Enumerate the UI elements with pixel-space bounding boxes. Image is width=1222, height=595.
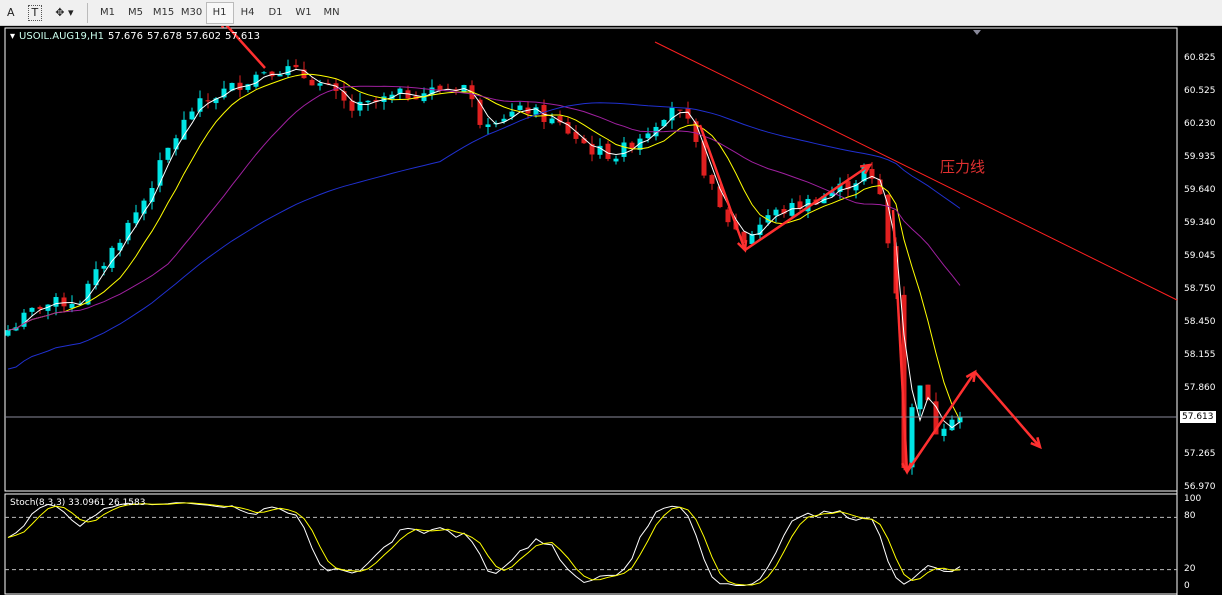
arrows-tool-button[interactable]: ✥ ▾ (48, 2, 80, 24)
close-value: 57.613 (224, 31, 260, 42)
price-tick: 59.045 (1184, 251, 1216, 262)
candle-body (189, 111, 195, 120)
annotation-arrow (974, 371, 1041, 448)
annotation-arrow (905, 371, 977, 473)
candle-body (685, 108, 691, 119)
moving-average-3 (7, 85, 961, 331)
candle-body (109, 247, 115, 268)
collapse-icon[interactable]: ▾ (10, 31, 15, 42)
main-pane-border (4, 27, 1178, 492)
candle-body (101, 265, 107, 269)
open-value: 57.676 (107, 31, 143, 42)
chart-canvas[interactable] (0, 26, 1222, 595)
stoch-label: Stoch(8,3,3) 33.0961 26.1583 (10, 498, 146, 508)
timeframe-d1[interactable]: D1 (262, 2, 290, 24)
stoch-tick: 100 (1184, 494, 1202, 504)
stoch-signal-line (7, 502, 961, 586)
candle-body (941, 428, 947, 436)
candle-body (165, 147, 171, 160)
resistance-line-label: 压力线 (940, 158, 986, 176)
moving-average-4 (7, 102, 961, 370)
candle-body (293, 64, 299, 68)
candle-body (365, 100, 371, 103)
candle-body (485, 124, 491, 128)
candle-body (885, 194, 891, 244)
candle-body (205, 100, 211, 102)
resistance-trendline (654, 41, 1178, 301)
moving-average-2 (7, 73, 961, 421)
text-label-tool-button[interactable]: T (27, 4, 43, 21)
candle-body (29, 307, 35, 312)
price-tick: 60.525 (1184, 86, 1216, 97)
candle-body (677, 109, 683, 111)
candle-body (709, 175, 715, 184)
chart-header: ▾ USOIL.AUG19,H1 57.676 57.678 57.602 57… (10, 31, 260, 42)
symbol-label: USOIL.AUG19,H1 (19, 31, 104, 42)
price-tick: 57.265 (1184, 449, 1216, 460)
candle-body (509, 111, 515, 117)
toolbar: A T ✥ ▾ M1 M5 M15 M30 H1 H4 D1 W1 MN (0, 0, 1222, 26)
price-tick: 60.825 (1184, 53, 1216, 63)
candle-body (645, 133, 651, 139)
candle-body (549, 118, 555, 124)
candle-body (309, 79, 315, 86)
price-tick: 57.860 (1184, 383, 1216, 393)
candle-body (237, 82, 243, 90)
stoch-tick: 20 (1184, 563, 1196, 574)
candle-body (37, 306, 43, 310)
annotation-arrow (698, 124, 747, 251)
timeframe-m15[interactable]: M15 (150, 2, 178, 24)
annotation-arrow (744, 163, 871, 252)
candle-body (909, 407, 915, 468)
candle-body (61, 297, 67, 307)
candle-body (517, 105, 523, 110)
timeframe-m5[interactable]: M5 (122, 2, 150, 24)
candle-body (773, 209, 779, 216)
timeframe-mn[interactable]: MN (318, 2, 346, 24)
timeframe-h4[interactable]: H4 (234, 2, 262, 24)
candle-body (629, 142, 635, 149)
candle-body (277, 74, 283, 77)
timeframe-h1[interactable]: H1 (205, 1, 234, 24)
price-tick: 59.640 (1184, 184, 1216, 195)
candle-body (317, 83, 323, 86)
price-tick: 59.340 (1184, 218, 1216, 229)
candle-body (613, 158, 619, 162)
timeframe-w1[interactable]: W1 (290, 2, 318, 24)
candle-body (285, 66, 291, 76)
price-tick: 59.935 (1184, 152, 1216, 163)
candle-body (621, 142, 627, 157)
stoch-tick: 80 (1184, 511, 1196, 522)
candle-body (261, 72, 267, 74)
candle-body (5, 330, 11, 336)
candle-body (253, 74, 259, 87)
timeframe-bar: M1 M5 M15 M30 H1 H4 D1 W1 MN (94, 1, 346, 24)
high-value: 57.678 (146, 31, 182, 42)
price-tick: 60.230 (1184, 119, 1216, 130)
moving-average-1 (7, 68, 961, 429)
text-tool-button[interactable]: A (0, 2, 22, 24)
current-price-label: 57.613 (1180, 411, 1216, 423)
stoch-tick: 0 (1184, 581, 1190, 591)
separator (86, 2, 88, 23)
candle-body (181, 119, 187, 140)
candle-body (949, 419, 955, 431)
candle-body (53, 297, 59, 307)
timeframe-m30[interactable]: M30 (178, 2, 206, 24)
candle-body (917, 385, 923, 410)
low-value: 57.602 (185, 31, 221, 42)
candle-body (605, 143, 611, 159)
price-tick: 58.155 (1184, 350, 1216, 361)
chart-shift-marker (973, 30, 981, 35)
timeframe-m1[interactable]: M1 (94, 2, 122, 24)
candle-body (725, 209, 731, 223)
price-tick: 56.970 (1184, 482, 1216, 493)
price-tick: 58.750 (1184, 283, 1216, 294)
price-tick: 58.450 (1184, 317, 1216, 328)
candle-body (133, 212, 139, 224)
